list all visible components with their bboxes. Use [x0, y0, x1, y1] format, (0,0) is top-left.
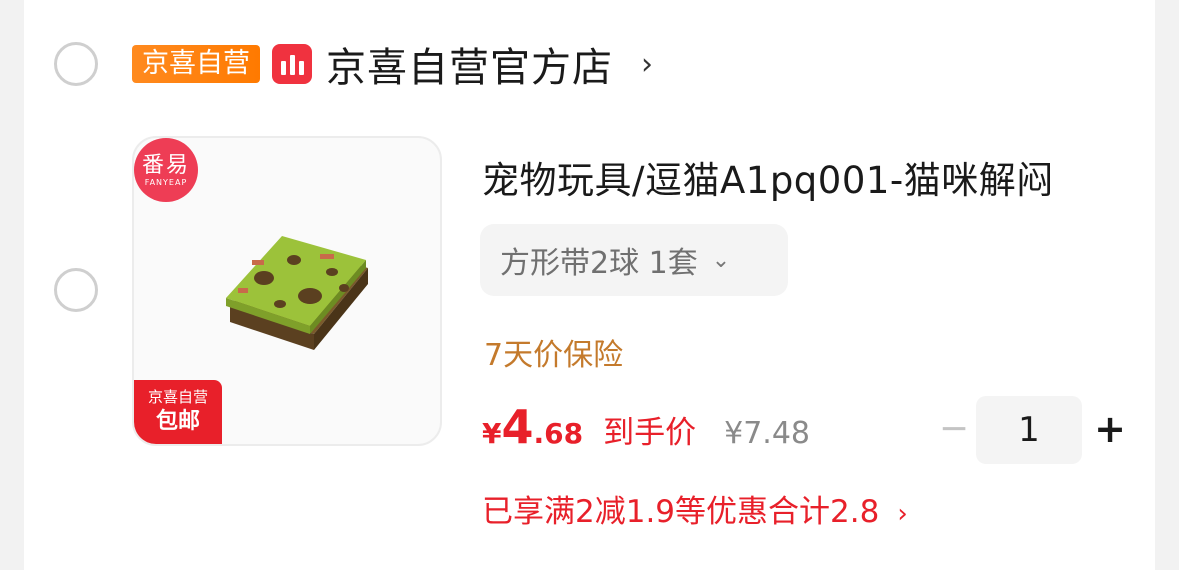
product-select-radio[interactable] — [54, 268, 98, 312]
shop-select-radio[interactable] — [54, 42, 98, 86]
currency-symbol: ¥ — [482, 417, 502, 450]
discount-summary-text: 已享满2减1.9等优惠合计2.8 — [482, 494, 880, 530]
product-thumbnail[interactable]: 番易 FANYEAP 京喜自营 包邮 — [132, 136, 442, 446]
variant-selector[interactable]: 方形带2球 1套 ⌄ — [480, 224, 788, 296]
price-protection-label[interactable]: 7天价保险 — [484, 330, 623, 374]
product-title[interactable]: 宠物玩具/逗猫A1pq001-猫咪解闷 — [482, 150, 1054, 204]
price-row: ¥ 4 .68 到手价 ¥7.48 — [482, 400, 810, 464]
quantity-increase-button[interactable]: + — [1090, 404, 1130, 454]
discount-summary-link[interactable]: 已享满2减1.9等优惠合计2.8 › — [482, 486, 908, 531]
chevron-down-icon: ⌄ — [711, 247, 731, 273]
final-price-label: 到手价 — [603, 415, 697, 451]
shop-name[interactable]: 京喜自营官方店 — [326, 35, 613, 93]
quantity-decrease-button[interactable]: − — [934, 406, 974, 452]
chevron-right-icon: › — [897, 499, 908, 529]
quantity-input[interactable]: 1 — [976, 396, 1082, 464]
price-decimal: .68 — [533, 417, 584, 450]
shop-self-operated-tag: 京喜自营 — [132, 45, 260, 83]
cart-shop-card: 京喜自营 京喜自营官方店 › 番易 FANYEAP 京喜自营 包邮 宠物玩具/逗… — [24, 0, 1155, 570]
shop-header[interactable]: 京喜自营 京喜自营官方店 › — [132, 36, 653, 92]
store-bars-icon — [272, 44, 312, 84]
free-shipping-tag: 京喜自营 包邮 — [134, 380, 222, 444]
shop-arrow-icon[interactable]: › — [641, 47, 653, 82]
original-price: ¥7.48 — [724, 416, 810, 451]
variant-label: 方形带2球 1套 — [500, 246, 698, 281]
price-integer: 4 — [501, 400, 534, 454]
